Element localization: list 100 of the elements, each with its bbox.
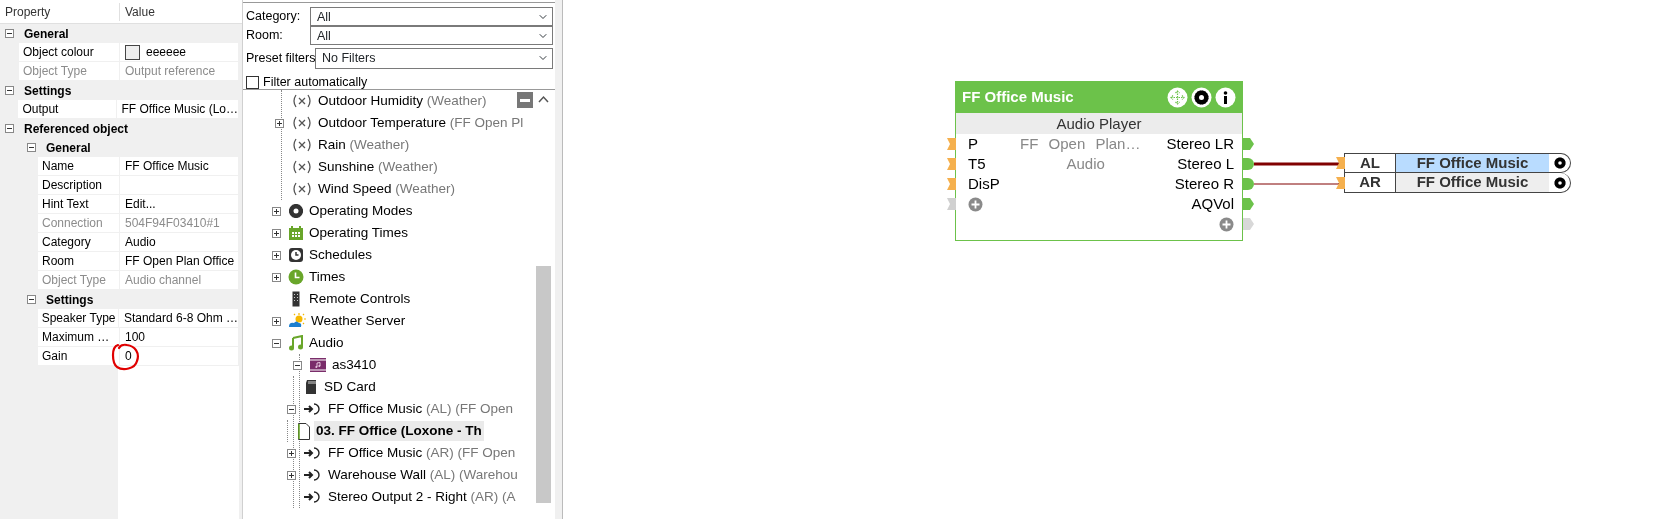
tree-item[interactable]: Warehouse Wall (AL) (Warehou — [326, 464, 520, 486]
input-label: P — [968, 134, 978, 152]
add-output-icon[interactable] — [1219, 217, 1234, 233]
property-value[interactable]: 0 — [119, 347, 238, 366]
category-label: Settings — [46, 291, 94, 309]
expand-toggle[interactable] — [272, 228, 281, 238]
collapse-toggle[interactable] — [27, 143, 36, 152]
channel-label: AL — [1344, 153, 1396, 173]
property-value[interactable]: Edit... — [119, 195, 238, 214]
block-info: Audio — [1066, 154, 1105, 172]
expand-toggle[interactable] — [287, 448, 296, 458]
collapse-toggle[interactable] — [287, 404, 296, 414]
expand-toggle[interactable] — [272, 272, 281, 282]
block-title: FF Office Music — [962, 87, 1075, 108]
tree-item[interactable]: Times — [307, 266, 348, 288]
document-icon — [297, 422, 311, 440]
property-name: Hint Text — [38, 195, 119, 214]
property-name: Description — [38, 176, 119, 195]
variable-icon — [291, 93, 313, 109]
property-value[interactable]: Audio — [119, 233, 238, 252]
tree-item[interactable]: Stereo Output 2 - Right (AR) (A — [326, 486, 518, 508]
tree-item[interactable]: Operating Modes — [307, 200, 415, 222]
tree-item[interactable]: Rain (Weather) — [316, 134, 412, 156]
collapse-button[interactable] — [517, 92, 533, 108]
output-label: Stereo LR — [1166, 134, 1234, 152]
property-value[interactable]: FF Open Plan Office — [119, 252, 238, 271]
collapse-toggle[interactable] — [272, 338, 281, 348]
variable-icon — [291, 137, 313, 153]
column-header[interactable]: Value — [119, 2, 155, 21]
property-value[interactable]: Standard 6-8 Ohm … — [117, 309, 238, 328]
expand-toggle[interactable] — [275, 118, 284, 128]
tree-item[interactable]: FF Office Music (AR) (FF Open — [326, 442, 518, 464]
minus-icon — [520, 98, 530, 102]
tree-item[interactable]: Operating Times — [307, 222, 411, 244]
settings-icon[interactable] — [1553, 176, 1566, 189]
property-name: Connection — [38, 214, 119, 233]
tree-item[interactable]: Outdoor Temperature (FF Open Pl — [316, 112, 526, 134]
field-label: Category: — [245, 8, 302, 26]
settings-icon[interactable] — [1553, 157, 1566, 169]
expand-toggle[interactable] — [272, 250, 281, 260]
collapse-toggle[interactable] — [5, 86, 14, 95]
tree-item[interactable]: 03. FF Office (Loxone - Th — [314, 420, 484, 442]
column-header[interactable]: Property — [0, 2, 119, 21]
weather-icon — [288, 313, 306, 329]
expand-toggle[interactable] — [272, 316, 281, 326]
preset-select[interactable]: No Filters — [315, 47, 553, 69]
output-label: Stereo R — [1174, 174, 1234, 192]
expand-toggle[interactable] — [287, 470, 296, 480]
tree-item[interactable]: FF Office Music (AL) (FF Open — [326, 398, 516, 420]
tree-item[interactable]: Remote Controls — [307, 288, 413, 310]
function-block[interactable]: FF Office Music Audio Player P FF Open Plan… Stereo LR T5 Audio Stereo L DisP Stereo R AQVol — [955, 81, 1243, 241]
property-name: Object colour — [19, 43, 119, 62]
collapse-toggle[interactable] — [5, 29, 14, 38]
category-select[interactable]: All — [310, 7, 553, 26]
clock-icon — [288, 269, 304, 285]
collapse-toggle[interactable] — [5, 124, 14, 133]
settings-icon[interactable] — [1191, 87, 1212, 108]
category-label: General — [46, 139, 91, 157]
property-value[interactable]: FF Office Music — [119, 157, 238, 176]
reference-name[interactable]: FF Office Music — [1396, 153, 1549, 173]
reference-name[interactable]: FF Office Music — [1396, 173, 1549, 193]
tree-item[interactable]: Wind Speed (Weather) — [316, 178, 458, 200]
property-name: Object Type — [38, 271, 119, 290]
tree-item[interactable]: Weather Server — [309, 310, 408, 332]
block-info: FF Open Plan… — [1020, 134, 1141, 152]
info-icon[interactable] — [1215, 87, 1236, 108]
filter-checkbox[interactable]: Filter automatically — [246, 73, 553, 92]
scrollbar-thumb[interactable] — [536, 266, 551, 503]
color-swatch[interactable] — [125, 44, 140, 60]
device-icon — [309, 357, 327, 373]
collapse-toggle[interactable] — [293, 360, 302, 370]
expand-toggle[interactable] — [272, 206, 281, 216]
checkbox[interactable] — [246, 75, 259, 89]
output-icon — [303, 489, 323, 505]
property-name: Category — [38, 233, 119, 252]
property-name: Object Type — [19, 62, 119, 81]
property-value[interactable]: FF Office Music (Lo… — [115, 100, 238, 119]
property-name: Gain — [38, 347, 119, 366]
block-subtitle: Audio Player — [956, 113, 1242, 134]
tree-item[interactable]: Audio — [307, 332, 346, 354]
add-input-icon[interactable] — [968, 197, 983, 213]
room-select[interactable]: All — [310, 26, 553, 45]
property-value[interactable]: eeeeee — [119, 43, 238, 62]
clock-icon — [288, 247, 304, 263]
category-label: General — [24, 25, 69, 43]
connection-line[interactable] — [1254, 161, 1341, 166]
tree-item[interactable]: as3410 — [330, 354, 379, 376]
property-value[interactable]: 100 — [119, 328, 238, 347]
variable-icon — [291, 181, 313, 197]
channel-label: AR — [1344, 173, 1396, 193]
output-label: Stereo L — [1177, 154, 1234, 172]
gear-icon — [288, 203, 304, 219]
tree-item[interactable]: SD Card — [322, 376, 378, 398]
tree-item[interactable]: Schedules — [307, 244, 375, 266]
tree-item[interactable]: Outdoor Humidity (Weather) — [316, 90, 489, 112]
variable-icon — [291, 115, 313, 131]
tree-item[interactable]: Sunshine (Weather) — [316, 156, 440, 178]
input-label: DisP — [968, 174, 1000, 192]
property-name: Output — [18, 100, 116, 119]
collapse-toggle[interactable] — [27, 295, 36, 304]
